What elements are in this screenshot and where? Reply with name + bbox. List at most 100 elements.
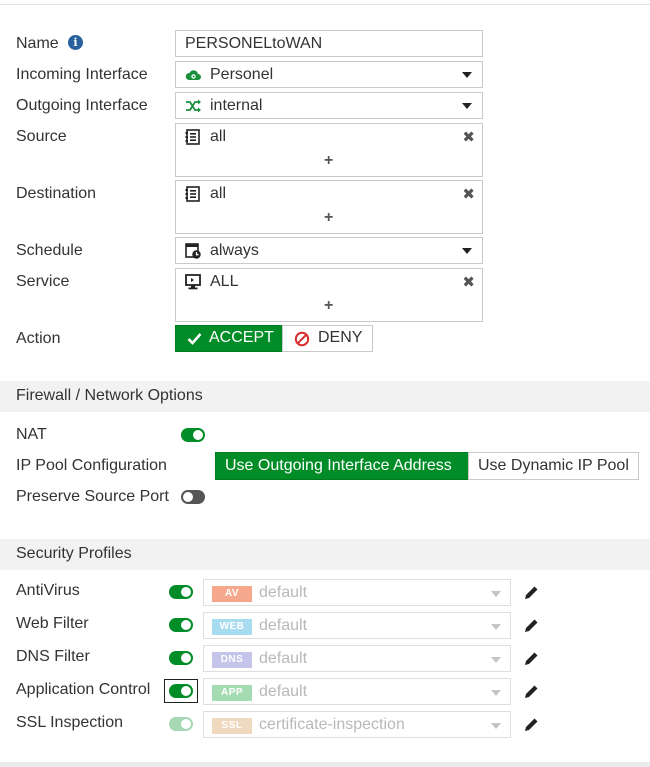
info-icon[interactable]: i [68, 35, 83, 50]
source-row: Source all ✖ + [0, 123, 650, 177]
outgoing-interface-label: Outgoing Interface [16, 97, 148, 114]
source-field[interactable]: all ✖ + [175, 123, 483, 177]
ssl-inspection-toggle [169, 717, 193, 731]
ssl-inspection-profile-value: certificate-inspection [259, 716, 405, 733]
dns-filter-toggle[interactable] [169, 651, 193, 665]
service-row: Service ALL ✖ + [0, 268, 650, 322]
antivirus-profile-select[interactable]: AV default [203, 579, 511, 606]
application-control-toggle[interactable] [169, 684, 193, 698]
incoming-interface-row: Incoming Interface Personel [0, 61, 650, 88]
action-row: Action ACCEPT DENY [0, 325, 650, 352]
schedule-label: Schedule [16, 242, 83, 259]
schedule-select[interactable]: always [175, 237, 483, 264]
toggle-knob [181, 620, 191, 630]
cloud-icon [185, 70, 201, 80]
ssl-inspection-profile-select[interactable]: SSL certificate-inspection [203, 711, 511, 738]
application-control-label: Application Control [16, 681, 151, 698]
toggle-knob [181, 587, 191, 597]
schedule-value: always [210, 242, 259, 259]
close-icon[interactable]: ✖ [462, 185, 475, 203]
outgoing-interface-select[interactable]: internal [175, 92, 483, 119]
firewall-section-title: Firewall / Network Options [16, 387, 203, 404]
pencil-icon[interactable] [523, 584, 540, 601]
add-source-button[interactable]: + [324, 152, 333, 170]
outgoing-interface-row: Outgoing Interface internal [0, 92, 650, 119]
pencil-icon[interactable] [523, 716, 540, 733]
action-label: Action [16, 330, 61, 347]
firewall-section-header: Firewall / Network Options [0, 381, 650, 412]
destination-value: all [210, 185, 227, 202]
ssl-badge: SSL [212, 718, 252, 734]
nat-label: NAT [16, 426, 47, 443]
chevron-down-icon [462, 72, 472, 78]
deny-button[interactable]: DENY [282, 325, 373, 352]
pencil-icon[interactable] [523, 650, 540, 667]
use-dynamic-ip-pool-option[interactable]: Use Dynamic IP Pool [468, 452, 639, 480]
preserve-source-port-label: Preserve Source Port [16, 488, 169, 505]
source-label: Source [16, 128, 67, 145]
toggle-knob [183, 492, 193, 502]
antivirus-profile-value: default [259, 584, 308, 601]
ssl-inspection-row: SSL Inspection SSL certificate-inspectio… [0, 711, 650, 738]
web-filter-profile-value: default [259, 617, 308, 634]
name-row: Name i [0, 30, 650, 57]
antivirus-label: AntiVirus [16, 582, 80, 599]
accept-label: ACCEPT [209, 329, 274, 346]
dns-filter-row: DNS Filter DNS default [0, 645, 650, 672]
name-label: Name [16, 35, 59, 52]
calendar-clock-icon [185, 243, 201, 259]
add-destination-button[interactable]: + [324, 209, 333, 227]
web-filter-label: Web Filter [16, 615, 89, 632]
schedule-row: Schedule always [0, 237, 650, 264]
web-filter-row: Web Filter WEB default [0, 612, 650, 639]
app-badge: APP [212, 685, 252, 701]
deny-label: DENY [318, 329, 363, 346]
pencil-icon[interactable] [523, 683, 540, 700]
incoming-interface-value: Personel [210, 66, 274, 83]
destination-field[interactable]: all ✖ + [175, 180, 483, 234]
top-divider [0, 4, 650, 5]
toggle-knob [181, 686, 191, 696]
source-value: all [210, 128, 227, 145]
service-field[interactable]: ALL ✖ + [175, 268, 483, 322]
service-label: Service [16, 273, 70, 290]
dns-badge: DNS [212, 652, 252, 668]
dns-filter-profile-select[interactable]: DNS default [203, 645, 511, 672]
web-filter-toggle[interactable] [169, 618, 193, 632]
close-icon[interactable]: ✖ [462, 273, 475, 291]
nat-row: NAT [0, 424, 650, 446]
chevron-down-icon [491, 624, 501, 630]
name-input[interactable] [176, 31, 482, 56]
application-control-row: Application Control APP default [0, 678, 650, 705]
incoming-interface-select[interactable]: Personel [175, 61, 483, 88]
outgoing-interface-value: internal [210, 97, 263, 114]
web-filter-profile-select[interactable]: WEB default [203, 612, 511, 639]
application-control-profile-select[interactable]: APP default [203, 678, 511, 705]
add-service-button[interactable]: + [324, 297, 333, 315]
preserve-source-port-toggle[interactable] [181, 490, 205, 504]
pencil-icon[interactable] [523, 617, 540, 634]
accept-button[interactable]: ACCEPT [175, 325, 283, 352]
toggle-knob [181, 719, 191, 729]
toggle-knob [181, 653, 191, 663]
nat-toggle[interactable] [181, 428, 205, 442]
application-control-profile-value: default [259, 683, 308, 700]
antivirus-toggle[interactable] [169, 585, 193, 599]
chevron-down-icon [491, 591, 501, 597]
web-badge: WEB [212, 619, 252, 635]
chevron-down-icon [491, 657, 501, 663]
address-book-icon [185, 186, 200, 202]
ssl-inspection-label: SSL Inspection [16, 714, 124, 731]
chevron-down-icon [462, 103, 472, 109]
dns-filter-profile-value: default [259, 650, 308, 667]
use-dynamic-ip-pool-label: Use Dynamic IP Pool [478, 457, 629, 474]
incoming-interface-label: Incoming Interface [16, 66, 148, 83]
service-value: ALL [210, 273, 239, 290]
monitor-icon [185, 274, 201, 290]
preserve-source-port-row: Preserve Source Port [0, 486, 650, 508]
close-icon[interactable]: ✖ [462, 128, 475, 146]
use-outgoing-interface-label: Use Outgoing Interface Address [225, 457, 452, 474]
use-outgoing-interface-option[interactable]: Use Outgoing Interface Address [215, 452, 469, 480]
address-book-icon [185, 129, 200, 145]
check-icon [187, 333, 202, 345]
